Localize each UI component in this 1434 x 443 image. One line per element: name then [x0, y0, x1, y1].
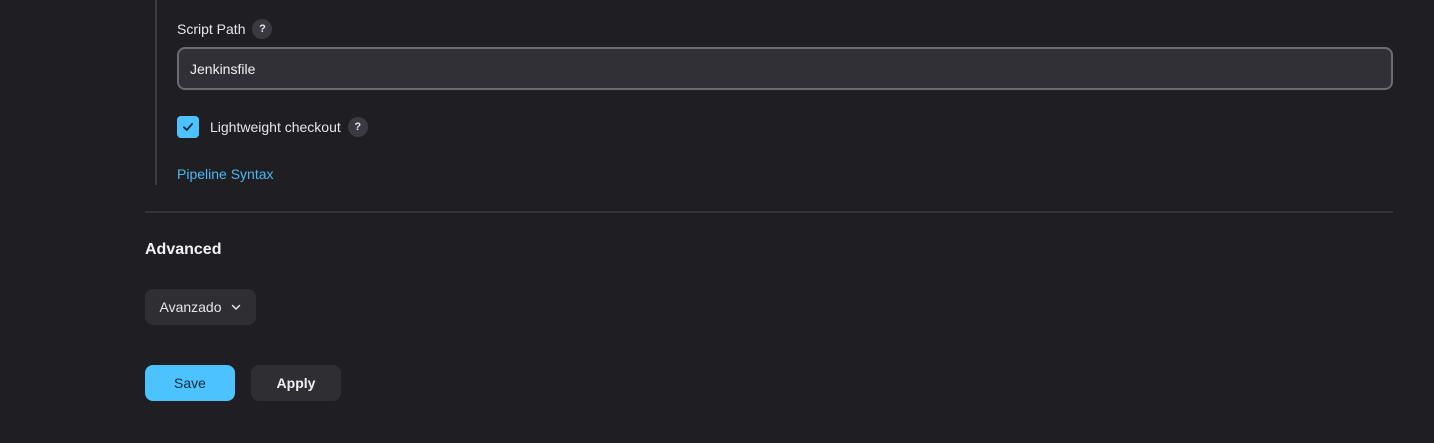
script-path-label-row: Script Path ?: [177, 19, 273, 39]
section-divider: [145, 211, 1393, 213]
chevron-down-icon: [231, 304, 240, 310]
pipeline-syntax-link[interactable]: Pipeline Syntax: [177, 166, 274, 182]
advanced-dropdown-label: Avanzado: [159, 299, 222, 315]
save-button[interactable]: Save: [145, 365, 235, 401]
advanced-dropdown-button[interactable]: Avanzado: [145, 289, 256, 325]
apply-button[interactable]: Apply: [251, 365, 341, 401]
advanced-heading: Advanced: [145, 241, 222, 258]
script-path-help-icon[interactable]: ?: [252, 19, 273, 39]
lightweight-checkout-checkbox[interactable]: [177, 116, 199, 138]
script-path-label: Script Path: [177, 21, 246, 37]
section-indent-rule: [155, 0, 157, 185]
checkmark-icon: [183, 123, 193, 131]
script-path-input[interactable]: [177, 47, 1393, 90]
lightweight-checkout-row: Lightweight checkout ?: [177, 116, 368, 138]
pipeline-config-page: Script Path ? Lightweight checkout ? Pip…: [0, 0, 1434, 443]
lightweight-checkout-help-icon[interactable]: ?: [347, 117, 368, 137]
lightweight-checkout-label[interactable]: Lightweight checkout: [210, 119, 341, 135]
